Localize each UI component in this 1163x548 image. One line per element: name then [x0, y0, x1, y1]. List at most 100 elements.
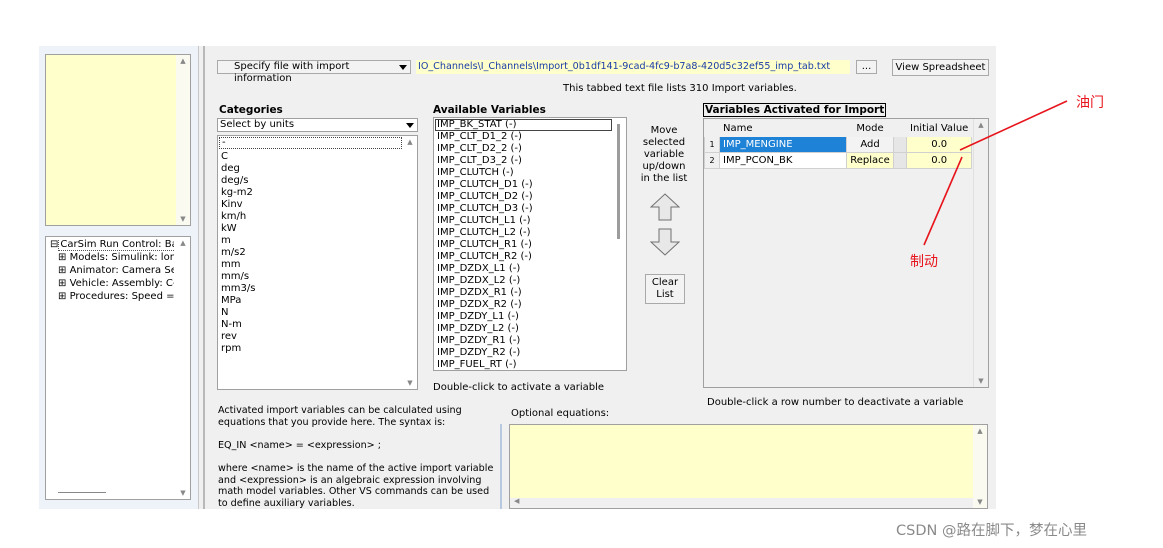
available-scrollbar[interactable] — [612, 118, 626, 370]
unit-list-item[interactable]: rpm — [219, 343, 402, 355]
variable-list-item[interactable]: IMP_CLT_D1_2 (-) — [435, 131, 612, 143]
dropdown-arrow-icon — [406, 123, 414, 128]
move-down-arrow-icon[interactable] — [649, 228, 681, 256]
unit-list-item[interactable]: - — [219, 137, 402, 149]
tree-item-models[interactable]: ⊞ Models: Simulink: longitu — [48, 252, 174, 265]
clear-list-button[interactable]: Clear List — [645, 274, 685, 304]
variable-list-item[interactable]: IMP_FUEL_RT (-) — [435, 359, 612, 371]
horizontal-scrollbar[interactable]: ◀ — [510, 497, 973, 508]
variable-list-item[interactable]: IMP_CLT_D3_2 (-) — [435, 155, 612, 167]
variable-list-item[interactable]: IMP_CLUTCH_R1 (-) — [435, 239, 612, 251]
variable-list-item[interactable]: IMP_DZDY_R2 (-) — [435, 347, 612, 359]
expand-icon[interactable]: ⊞ — [58, 252, 66, 263]
activated-hint: Double-click a row number to deactivate … — [707, 397, 964, 408]
variable-list-item[interactable]: IMP_DZDX_L1 (-) — [435, 263, 612, 275]
unit-list-item[interactable]: N — [219, 307, 402, 319]
unit-list-item[interactable]: MPa — [219, 295, 402, 307]
scroll-up-icon[interactable]: ▲ — [403, 136, 417, 148]
variable-list-item[interactable]: IMP_CLUTCH (-) — [435, 167, 612, 179]
row-name-cell[interactable]: IMP_PCON_BK — [719, 152, 847, 169]
variable-list-item[interactable]: IMP_CLUTCH_R2 (-) — [435, 251, 612, 263]
tree-item-run-control[interactable]: ⊟CarSim Run Control: Basel — [48, 239, 174, 252]
scroll-down-icon[interactable]: ▼ — [974, 375, 988, 387]
equations-scrollbar[interactable]: ▲ ▼ — [973, 425, 987, 508]
unit-list-item[interactable]: kW — [219, 223, 402, 235]
scroll-left-icon[interactable]: ◀ — [514, 497, 519, 505]
unit-list-item[interactable]: C — [219, 151, 402, 163]
optional-equations-input[interactable]: ▲ ▼ ◀ — [509, 424, 988, 509]
column-header-name[interactable]: Name — [719, 120, 847, 137]
row-name-cell[interactable]: IMP_MENGINE — [719, 136, 847, 153]
expand-icon[interactable]: ⊞ — [58, 265, 66, 276]
scroll-down-icon[interactable]: ▼ — [973, 496, 987, 508]
variable-list-item[interactable]: IMP_DZDY_L2 (-) — [435, 323, 612, 335]
notes-area[interactable]: ▲ ▼ — [45, 54, 191, 226]
unit-list-item[interactable]: km/h — [219, 211, 402, 223]
category-select[interactable]: Select by units — [217, 118, 418, 132]
table-row[interactable]: 2 IMP_PCON_BK Replace 0.0 — [704, 152, 973, 169]
horizontal-scroll-thumb[interactable] — [58, 492, 106, 493]
unit-list-item[interactable]: deg — [219, 163, 402, 175]
unit-list-item[interactable]: deg/s — [219, 175, 402, 187]
scroll-down-icon[interactable]: ▼ — [403, 377, 417, 389]
tree-scrollbar[interactable]: ▲ ▼ — [176, 237, 190, 499]
units-list[interactable]: - Cdeg deg/s kg-m2 Kinv km/h kW m m/s2 mm mm/s mm3/… — [217, 135, 418, 390]
activated-variables-grid[interactable]: Name Mode Initial Value 1 IMP_MENGINE Ad… — [703, 118, 989, 388]
file-path-field[interactable]: IO_Channels\I_Channels\Import_0b1df141-9… — [416, 60, 850, 74]
scroll-up-icon[interactable]: ▲ — [176, 55, 190, 67]
notes-scrollbar[interactable]: ▲ ▼ — [176, 55, 190, 225]
unit-list-item[interactable]: m/s2 — [219, 247, 402, 259]
row-value-cell[interactable]: 0.0 — [905, 136, 973, 153]
browse-button[interactable]: ... — [856, 60, 877, 74]
variable-list-item[interactable]: IMP_CLT_D2_2 (-) — [435, 143, 612, 155]
tree-item-vehicle[interactable]: ⊞ Vehicle: Assembly: C-Cla — [48, 278, 174, 291]
variable-list-item[interactable]: IMP_DZDX_R2 (-) — [435, 299, 612, 311]
variable-list-item[interactable]: IMP_CLUTCH_L2 (-) — [435, 227, 612, 239]
scroll-down-icon[interactable]: ▼ — [176, 487, 190, 499]
row-mode-cell[interactable]: Add — [846, 136, 894, 153]
row-value-cell[interactable]: 0.0 — [905, 152, 973, 169]
activated-scrollbar[interactable]: ▲ ▼ — [973, 119, 988, 387]
view-spreadsheet-button[interactable]: View Spreadsheet — [892, 59, 989, 76]
available-variables-list[interactable]: IMP_BK_STAT (-) IMP_CLT_D1_2 (-) IMP_CLT_D… — [433, 117, 627, 371]
scroll-down-icon[interactable]: ▼ — [176, 213, 190, 225]
expand-icon[interactable]: ⊞ — [58, 291, 66, 302]
variable-list-item[interactable]: IMP_DZDX_R1 (-) — [435, 287, 612, 299]
row-number[interactable]: 1 — [704, 136, 720, 153]
unit-list-item[interactable]: N-m — [219, 319, 402, 331]
tree-item-animator[interactable]: ⊞ Animator: Camera Setup: — [48, 265, 174, 278]
equations-splitter[interactable] — [500, 424, 502, 509]
variable-list-item[interactable]: IMP_CLUTCH_D3 (-) — [435, 203, 612, 215]
unit-list-item[interactable]: kg-m2 — [219, 187, 402, 199]
column-header-initial-value[interactable]: Initial Value — [905, 120, 973, 137]
unit-list-item[interactable]: mm/s — [219, 271, 402, 283]
variable-list-item[interactable]: IMP_CLUTCH_D2 (-) — [435, 191, 612, 203]
move-up-arrow-icon[interactable] — [649, 193, 681, 221]
unit-list-item[interactable]: mm — [219, 259, 402, 271]
units-scrollbar[interactable]: ▲ ▼ — [403, 136, 417, 389]
unit-list-item[interactable]: rev — [219, 331, 402, 343]
expand-icon[interactable]: ⊞ — [58, 278, 66, 289]
row-number[interactable]: 2 — [704, 152, 720, 169]
table-row[interactable]: 1 IMP_MENGINE Add 0.0 — [704, 136, 973, 153]
variable-list-item[interactable]: IMP_DZDY_R1 (-) — [435, 335, 612, 347]
unit-list-item[interactable]: m — [219, 235, 402, 247]
available-hint: Double-click to activate a variable — [433, 382, 605, 393]
scroll-up-icon[interactable]: ▲ — [974, 119, 988, 131]
specify-file-dropdown[interactable]: Specify file with import information — [217, 60, 411, 84]
unit-list-item[interactable]: mm3/s — [219, 283, 402, 295]
variable-list-item[interactable]: IMP_CLUTCH_L1 (-) — [435, 215, 612, 227]
scroll-up-icon[interactable]: ▲ — [973, 425, 987, 437]
splitter[interactable] — [203, 46, 205, 509]
column-header-mode[interactable]: Mode — [846, 120, 894, 137]
dataset-tree: ⊟CarSim Run Control: Basel ⊞ Models: Sim… — [45, 236, 191, 500]
tree-item-procedures[interactable]: ⊞ Procedures: Speed = 11( — [48, 291, 174, 304]
variable-list-item[interactable]: IMP_BK_STAT (-) — [435, 119, 612, 131]
variable-list-item[interactable]: IMP_DZDY_L1 (-) — [435, 311, 612, 323]
row-mode-cell[interactable]: Replace — [846, 152, 894, 169]
variable-list-item[interactable]: IMP_DZDX_L2 (-) — [435, 275, 612, 287]
variable-list-item[interactable]: IMP_CLUTCH_D1 (-) — [435, 179, 612, 191]
scroll-up-icon[interactable]: ▲ — [176, 237, 190, 249]
unit-list-item[interactable]: Kinv — [219, 199, 402, 211]
scroll-thumb[interactable] — [617, 124, 620, 239]
